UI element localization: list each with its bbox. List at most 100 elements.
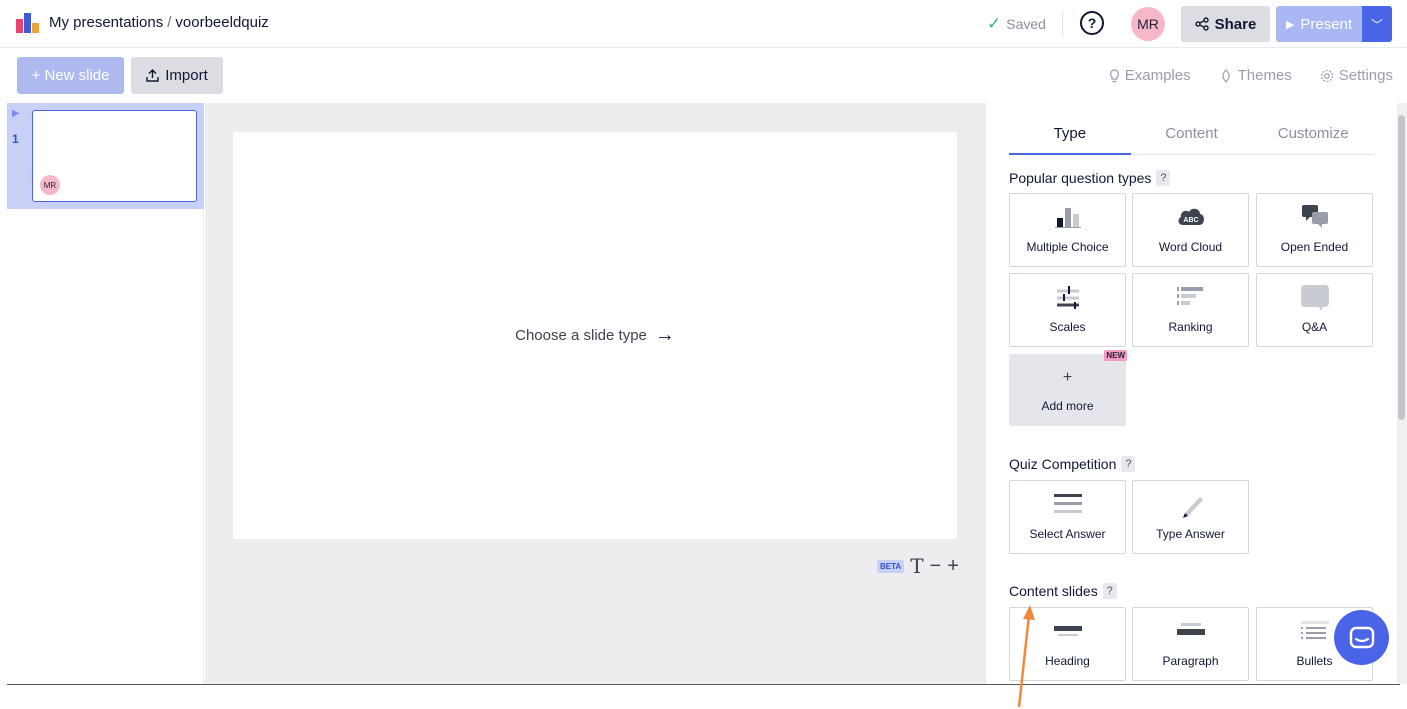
chat-bubbles-icon xyxy=(1301,205,1328,228)
breadcrumb-separator: / xyxy=(167,14,172,31)
panel-tabs: Type Content Customize xyxy=(1009,125,1374,155)
scrollbar-thumb[interactable] xyxy=(1398,115,1405,420)
slide-list-item[interactable]: ▶ 1 MR xyxy=(7,103,204,209)
content-slides-heading: Content slides ? xyxy=(1009,583,1117,599)
slide-type-panel: Type Content Customize Popular question … xyxy=(987,103,1397,684)
type-word-cloud[interactable]: ABC Word Cloud xyxy=(1132,193,1249,267)
examples-label: Examples xyxy=(1124,67,1191,84)
header-divider xyxy=(1062,12,1063,36)
type-type-answer[interactable]: Type Answer xyxy=(1132,480,1249,554)
lightbulb-icon xyxy=(1109,68,1119,82)
editor-canvas: Choose a slide type → BETA T − + xyxy=(205,103,986,684)
saved-status: ✓ Saved xyxy=(987,14,1046,34)
type-select-answer[interactable]: Select Answer xyxy=(1009,480,1126,554)
top-links: Examples Themes Settings xyxy=(1109,67,1393,84)
themes-icon xyxy=(1222,68,1230,83)
new-badge: NEW xyxy=(1104,350,1127,361)
tab-type[interactable]: Type xyxy=(1009,125,1131,155)
word-cloud-icon: ABC xyxy=(1178,208,1204,225)
breadcrumb: My presentations / voorbeeldquiz xyxy=(49,14,269,31)
quiz-title: Quiz Competition xyxy=(1009,456,1117,472)
themes-label: Themes xyxy=(1237,67,1292,84)
help-icon[interactable]: ? xyxy=(1102,583,1117,599)
present-button[interactable]: ▶ Present xyxy=(1276,6,1362,42)
type-multiple-choice[interactable]: Multiple Choice xyxy=(1009,193,1126,267)
paragraph-icon xyxy=(1176,623,1205,635)
beta-badge: BETA xyxy=(877,559,905,573)
saved-label: Saved xyxy=(1006,16,1046,32)
themes-link[interactable]: Themes xyxy=(1219,67,1292,84)
plus-icon: + xyxy=(1062,369,1073,386)
breadcrumb-root-link[interactable]: My presentations xyxy=(49,14,163,31)
chevron-down-icon: ﹀ xyxy=(1370,17,1383,32)
import-label: Import xyxy=(165,67,208,84)
panel-scrollbar[interactable] xyxy=(1397,103,1407,684)
gear-icon xyxy=(1320,69,1333,82)
slide-list-sidebar: ▶ 1 MR xyxy=(0,103,204,684)
settings-link[interactable]: Settings xyxy=(1320,67,1393,84)
card-label: Word Cloud xyxy=(1158,240,1223,254)
slide-preview[interactable]: Choose a slide type → xyxy=(233,132,957,539)
thumbnail-avatar: MR xyxy=(40,175,60,195)
font-size-tools: BETA T − + xyxy=(877,554,959,578)
slide-number: 1 xyxy=(12,132,19,146)
check-icon: ✓ xyxy=(987,14,1002,33)
type-scales[interactable]: Scales xyxy=(1009,273,1126,347)
ranking-icon xyxy=(1176,287,1203,305)
help-icon[interactable]: ? xyxy=(1156,170,1171,186)
settings-label: Settings xyxy=(1338,67,1393,84)
card-label: Ranking xyxy=(1168,320,1213,334)
popular-title: Popular question types xyxy=(1009,170,1152,186)
presentation-title[interactable]: voorbeeldquiz xyxy=(175,14,268,31)
card-label: Bullets xyxy=(1296,654,1333,668)
qa-bubble-icon xyxy=(1300,285,1329,311)
choose-slide-type-label: Choose a slide type xyxy=(515,327,647,344)
word-cloud-abbr: ABC xyxy=(1183,217,1198,224)
card-label: Add more xyxy=(1041,399,1094,413)
help-button[interactable]: ? xyxy=(1080,11,1104,35)
font-increase-button[interactable]: + xyxy=(947,555,959,578)
annotation-arrow-icon xyxy=(1017,605,1035,708)
content-title: Content slides xyxy=(1009,583,1098,599)
tab-customize[interactable]: Customize xyxy=(1252,125,1374,154)
type-paragraph[interactable]: Paragraph xyxy=(1132,607,1249,681)
card-label: Heading xyxy=(1045,654,1090,668)
slide-thumbnail[interactable]: MR xyxy=(32,110,197,202)
popular-question-types-heading: Popular question types ? xyxy=(1009,170,1171,186)
scales-icon xyxy=(1056,286,1079,309)
card-label: Multiple Choice xyxy=(1026,240,1109,254)
share-button[interactable]: Share xyxy=(1181,6,1270,42)
type-open-ended[interactable]: Open Ended xyxy=(1256,193,1373,267)
new-slide-button[interactable]: + New slide xyxy=(17,57,124,94)
font-decrease-button[interactable]: − xyxy=(930,555,942,578)
add-more-button[interactable]: NEW + Add more xyxy=(1009,350,1127,426)
window-bottom-edge xyxy=(7,684,1400,685)
card-label: Select Answer xyxy=(1029,527,1106,541)
help-icon[interactable]: ? xyxy=(1121,456,1136,472)
examples-link[interactable]: Examples xyxy=(1109,67,1191,84)
bullets-icon xyxy=(1300,621,1329,639)
pencil-icon xyxy=(1182,497,1203,518)
share-label: Share xyxy=(1214,15,1257,33)
font-icon[interactable]: T xyxy=(910,554,923,578)
quiz-competition-heading: Quiz Competition ? xyxy=(1009,456,1136,472)
list-lines-icon xyxy=(1053,494,1082,513)
import-button[interactable]: Import xyxy=(131,57,223,94)
bar-chart-icon xyxy=(1054,208,1081,228)
play-icon: ▶ xyxy=(1285,18,1295,31)
type-ranking[interactable]: Ranking xyxy=(1132,273,1249,347)
user-avatar[interactable]: MR xyxy=(1131,7,1165,41)
type-q-and-a[interactable]: Q&A xyxy=(1256,273,1373,347)
card-label: Type Answer xyxy=(1156,527,1225,541)
mentimeter-logo-icon[interactable] xyxy=(16,13,40,33)
card-label: Open Ended xyxy=(1280,240,1349,254)
present-options-button[interactable]: ﹀ xyxy=(1362,6,1392,42)
top-bar: My presentations / voorbeeldquiz ✓ Saved ?… xyxy=(0,0,1407,48)
play-icon[interactable]: ▶ xyxy=(12,108,20,119)
chat-support-button[interactable] xyxy=(1334,610,1389,665)
upload-icon xyxy=(146,69,159,82)
tab-content[interactable]: Content xyxy=(1131,125,1253,154)
heading-icon xyxy=(1053,626,1082,636)
card-label: Paragraph xyxy=(1162,654,1219,668)
card-label: Q&A xyxy=(1301,320,1328,334)
